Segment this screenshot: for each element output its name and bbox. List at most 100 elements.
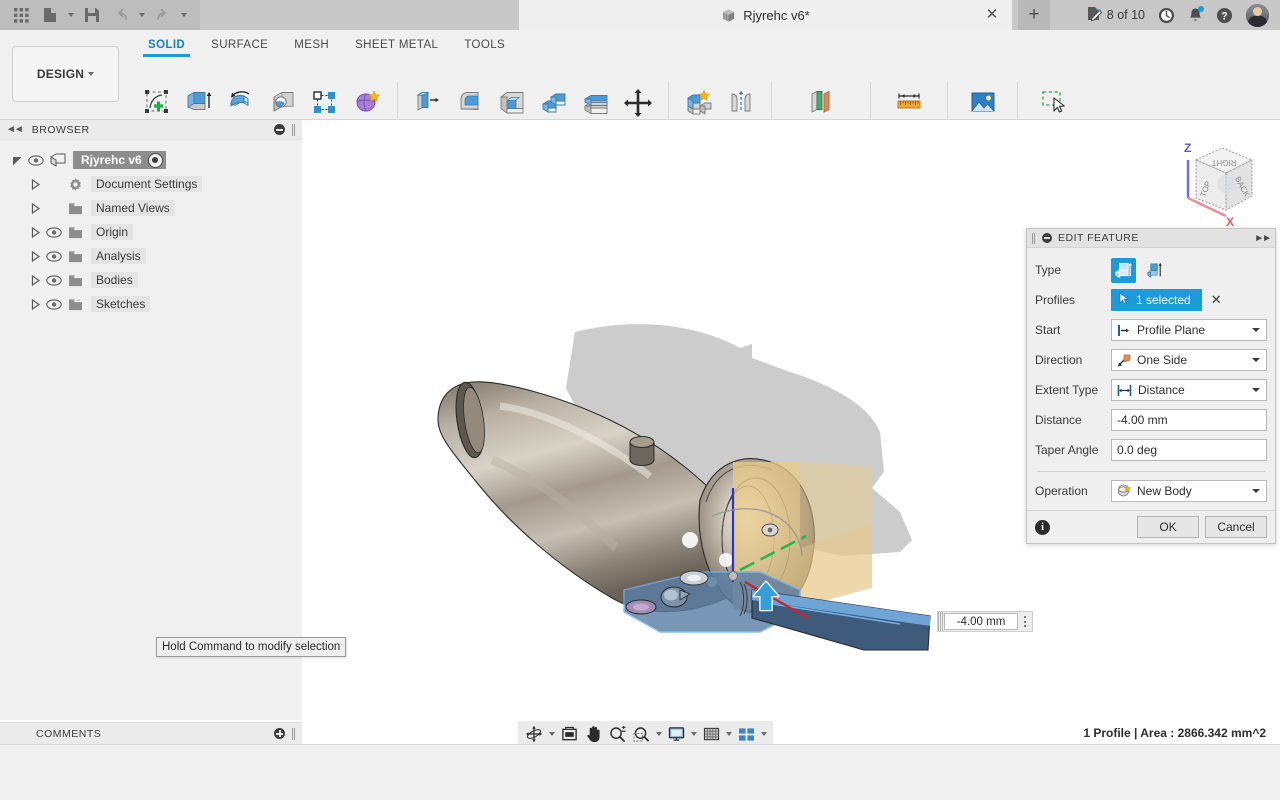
orbit-icon[interactable] [522, 722, 546, 746]
help-icon[interactable]: ? [1216, 7, 1233, 24]
look-at-icon[interactable] [558, 722, 581, 746]
new-tab-button[interactable]: + [1018, 0, 1050, 30]
browser-resize-grip[interactable] [292, 123, 296, 136]
zoom-window-icon[interactable] [630, 722, 653, 746]
extent-type-dropdown[interactable]: Distance [1111, 379, 1267, 401]
expand-arrow-down-icon[interactable] [10, 153, 24, 167]
redo-dropdown-icon[interactable] [179, 3, 189, 27]
visibility-eye-icon[interactable] [46, 249, 63, 263]
add-comment-icon[interactable] [274, 728, 285, 739]
display-dropdown-icon[interactable] [689, 722, 699, 746]
extrude-icon[interactable] [179, 83, 219, 123]
move-copy-icon[interactable] [618, 83, 658, 123]
pattern-icon[interactable] [305, 83, 345, 123]
orbit-dropdown-icon[interactable] [547, 722, 557, 746]
cancel-button[interactable]: Cancel [1205, 516, 1267, 538]
operation-dropdown[interactable]: New Body [1111, 480, 1267, 502]
tree-item-sketches[interactable]: Sketches [0, 292, 302, 316]
expand-arrow-right-icon[interactable] [28, 297, 42, 311]
sweep-icon[interactable] [263, 83, 303, 123]
visibility-eye-icon[interactable] [46, 297, 63, 311]
view-cube[interactable]: RIGHT TOP BACK Z X [1160, 134, 1266, 230]
version-counter[interactable]: 8 of 10 [1086, 6, 1145, 25]
workspace-selector[interactable]: DESIGN [12, 46, 119, 102]
activate-component-radio[interactable] [147, 152, 163, 168]
tab-tools[interactable]: TOOLS [451, 35, 518, 57]
browser-minimize-icon[interactable] [274, 124, 285, 135]
revolve-icon[interactable] [221, 83, 261, 123]
ok-button[interactable]: OK [1137, 516, 1199, 538]
visibility-eye-icon[interactable] [28, 153, 45, 167]
undo-icon[interactable] [108, 3, 134, 27]
dialog-header[interactable]: EDIT FEATURE ►► [1027, 229, 1275, 248]
info-icon[interactable]: i [1035, 519, 1050, 535]
dialog-minimize-icon[interactable] [1042, 233, 1052, 243]
expand-arrow-right-icon[interactable] [28, 177, 42, 191]
fillet-icon[interactable] [450, 83, 490, 123]
tree-item-origin[interactable]: Origin [0, 220, 302, 244]
display-settings-icon[interactable] [665, 722, 688, 746]
manipulator-distance-input[interactable] [944, 613, 1018, 630]
type-thin-extrude-button[interactable] [1142, 258, 1167, 283]
new-component-icon[interactable] [679, 83, 719, 123]
grid-settings-icon[interactable] [700, 722, 723, 746]
pan-icon[interactable] [582, 722, 605, 746]
direction-dropdown[interactable]: One Side [1111, 349, 1267, 371]
create-sketch-icon[interactable] [137, 83, 177, 123]
tree-item-bodies[interactable]: Bodies [0, 268, 302, 292]
tree-item-root[interactable]: Rjyrehc v6 [0, 148, 302, 172]
manipulator-value-box[interactable] [937, 611, 1033, 632]
tab-solid[interactable]: SOLID [135, 35, 198, 57]
edit-feature-dialog: EDIT FEATURE ►► Type Profiles 1 selected… [1026, 228, 1276, 544]
save-icon[interactable] [79, 3, 105, 27]
viewports-icon[interactable] [735, 722, 758, 746]
form-icon[interactable] [347, 83, 387, 123]
taper-angle-field[interactable]: 0.0 deg [1111, 439, 1267, 461]
value-box-menu-icon[interactable] [1018, 612, 1032, 631]
comments-resize-grip[interactable] [292, 727, 296, 740]
notification-bell-icon[interactable] [1188, 5, 1204, 24]
expand-arrow-right-icon[interactable] [28, 225, 42, 239]
grid-apps-icon[interactable] [8, 3, 34, 27]
measure-icon[interactable] [889, 83, 929, 123]
clear-profiles-icon[interactable]: ✕ [1211, 292, 1222, 308]
visibility-eye-icon[interactable] [46, 225, 63, 239]
user-avatar[interactable] [1246, 3, 1269, 27]
expand-arrow-right-icon[interactable] [28, 273, 42, 287]
tree-item-analysis[interactable]: Analysis [0, 244, 302, 268]
tree-item-named-views[interactable]: Named Views [0, 196, 302, 220]
combine-icon[interactable] [534, 83, 574, 123]
press-pull-icon[interactable] [408, 83, 448, 123]
offset-face-icon[interactable] [576, 83, 616, 123]
profiles-selection-button[interactable]: 1 selected [1111, 289, 1202, 311]
expand-arrow-right-icon[interactable] [28, 201, 42, 215]
document-tab[interactable]: Rjyrehc v6* ✕ [519, 0, 1012, 30]
redo-icon[interactable] [150, 3, 176, 27]
tab-sheet-metal[interactable]: SHEET METAL [342, 35, 451, 57]
new-file-dropdown-icon[interactable] [66, 3, 76, 27]
shell-icon[interactable] [492, 83, 532, 123]
zoom-icon[interactable] [606, 722, 629, 746]
tab-surface[interactable]: SURFACE [198, 35, 281, 57]
history-clock-icon[interactable] [1158, 7, 1175, 24]
type-profile-button[interactable] [1111, 257, 1136, 283]
zoom-dropdown-icon[interactable] [654, 722, 664, 746]
dialog-drag-grip[interactable] [1032, 232, 1036, 244]
viewports-dropdown-icon[interactable] [759, 722, 769, 746]
joint-icon[interactable] [721, 83, 761, 123]
grid-dropdown-icon[interactable] [724, 722, 734, 746]
distance-field[interactable]: -4.00 mm [1111, 409, 1267, 431]
insert-image-icon[interactable] [963, 83, 1003, 123]
expand-arrow-right-icon[interactable] [28, 249, 42, 263]
close-tab-icon[interactable]: ✕ [985, 7, 999, 22]
dialog-expand-icon[interactable]: ►► [1254, 233, 1272, 244]
select-window-icon[interactable] [1034, 83, 1074, 123]
undo-dropdown-icon[interactable] [137, 3, 147, 27]
tab-mesh[interactable]: MESH [281, 35, 342, 57]
new-file-icon[interactable] [37, 3, 63, 27]
tree-item-document-settings[interactable]: Document Settings [0, 172, 302, 196]
start-dropdown[interactable]: Profile Plane [1111, 319, 1267, 341]
visibility-eye-icon[interactable] [46, 273, 63, 287]
offset-plane-icon[interactable] [801, 83, 841, 123]
collapse-panel-icon[interactable]: ◄◄ [6, 124, 24, 135]
